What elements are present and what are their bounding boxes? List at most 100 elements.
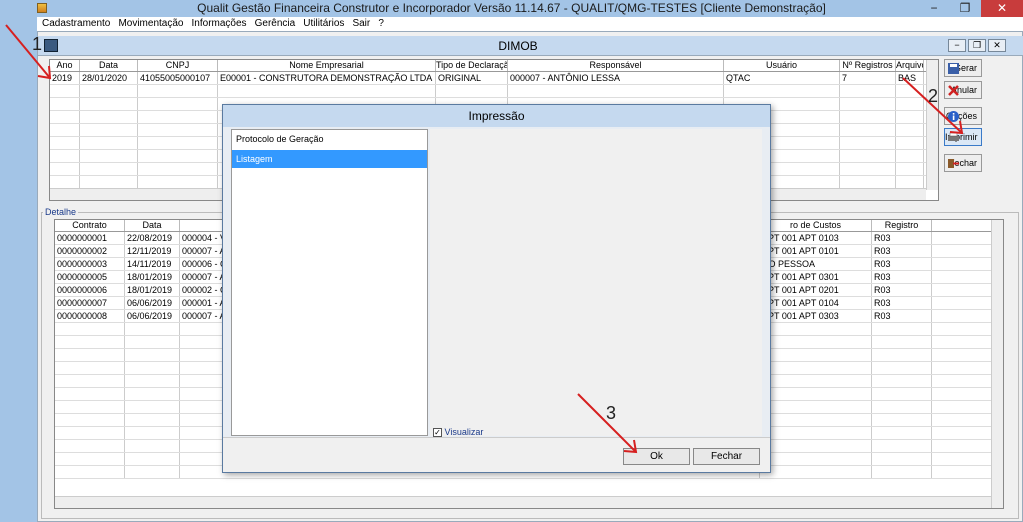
table-cell: 000007 - ANTÔNIO LESSA: [508, 72, 724, 84]
table-cell: [125, 323, 180, 335]
table-row[interactable]: 2019 28/01/2020 41055005000107 E00001 - CON…: [50, 72, 938, 85]
table-cell: 0000000001: [55, 232, 125, 244]
table-cell: [55, 375, 125, 387]
table-cell: [840, 98, 896, 110]
table-cell: APT 001 APT 0101: [760, 245, 872, 257]
anular-button[interactable]: Anular: [944, 81, 982, 99]
table-cell: [896, 124, 924, 136]
table-cell: [896, 98, 924, 110]
table-cell: [760, 388, 872, 400]
menu-gerencia[interactable]: Gerência: [255, 17, 296, 31]
table-cell: [436, 85, 508, 97]
table-cell: [872, 401, 932, 413]
child-restore-button[interactable]: ❐: [968, 39, 986, 52]
ok-button[interactable]: Ok: [623, 448, 690, 465]
table-cell: [125, 414, 180, 426]
report-preview-area: [430, 129, 762, 436]
table-cell: [55, 414, 125, 426]
visualizar-label: Visualizar: [444, 427, 484, 437]
dimob-title-bar: DIMOB − ❐ ✕: [38, 36, 1023, 56]
table-cell: [896, 150, 924, 162]
table-cell: [218, 85, 436, 97]
column-header[interactable]: Arquivo: [896, 60, 924, 71]
dimob-grid-vscroll[interactable]: [926, 60, 938, 190]
gerar-button[interactable]: Gerar: [944, 59, 982, 77]
table-cell: [80, 150, 138, 162]
column-header[interactable]: Registro: [872, 220, 932, 231]
table-cell: APT 001 APT 0103: [760, 232, 872, 244]
menu-sair[interactable]: Sair: [352, 17, 370, 31]
opcoes-button[interactable]: Opções: [944, 107, 982, 125]
menu-help[interactable]: ?: [378, 17, 384, 31]
table-cell: [840, 85, 896, 97]
table-cell: [896, 85, 924, 97]
list-item-listagem[interactable]: Listagem: [232, 150, 427, 168]
table-cell: [138, 150, 218, 162]
table-cell: [872, 440, 932, 452]
minimize-button[interactable]: −: [919, 0, 949, 17]
table-cell: [125, 375, 180, 387]
table-cell: [80, 85, 138, 97]
column-header[interactable]: Data: [125, 220, 180, 231]
menu-cadastramento[interactable]: Cadastramento: [42, 17, 110, 31]
info-icon: [948, 111, 959, 122]
table-cell: [50, 111, 80, 123]
column-header[interactable]: Nº Registros: [840, 60, 896, 71]
detail-grid-vscroll[interactable]: [991, 220, 1003, 508]
column-header[interactable]: Data: [80, 60, 138, 71]
table-cell: [50, 176, 80, 188]
column-header[interactable]: Responsável: [508, 60, 724, 71]
table-cell: [872, 375, 932, 387]
column-header[interactable]: Usuário: [724, 60, 840, 71]
menu-movimentacao[interactable]: Movimentação: [118, 17, 183, 31]
maximize-button[interactable]: ❐: [950, 0, 980, 17]
column-header[interactable]: Ano: [50, 60, 80, 71]
visualizar-checkbox[interactable]: ✓ Visualizar: [433, 427, 484, 438]
table-cell: [760, 427, 872, 439]
detail-grid-hscroll[interactable]: [55, 496, 991, 508]
column-header[interactable]: ro de Custos: [760, 220, 872, 231]
dimob-title: DIMOB: [498, 39, 538, 53]
column-header[interactable]: Nome Empresarial: [218, 60, 436, 71]
table-cell: [55, 466, 125, 478]
printer-icon: [948, 132, 959, 141]
imprimir-button[interactable]: Imprimir: [944, 128, 982, 146]
dialog-close-button[interactable]: Fechar: [693, 448, 760, 465]
close-button[interactable]: ✕: [981, 0, 1023, 17]
table-cell: APT 001 APT 0301: [760, 271, 872, 283]
checkbox-box[interactable]: ✓: [433, 428, 442, 438]
table-cell: APT 001 APT 0201: [760, 284, 872, 296]
table-cell: 0000000007: [55, 297, 125, 309]
table-cell: [80, 137, 138, 149]
menu-utilitarios[interactable]: Utilitários: [303, 17, 344, 31]
table-cell: 41055005000107: [138, 72, 218, 84]
table-cell: [138, 85, 218, 97]
table-cell: [760, 349, 872, 361]
table-cell: [760, 401, 872, 413]
dialog-footer: Ok Fechar: [223, 437, 770, 472]
list-item-protocolo[interactable]: Protocolo de Geração: [232, 130, 427, 148]
table-row[interactable]: [50, 85, 938, 98]
child-minimize-button[interactable]: −: [948, 39, 966, 52]
column-header[interactable]: Contrato: [55, 220, 125, 231]
app-title-bar: Qualit Gestão Financeira Construtor e In…: [0, 0, 1023, 17]
table-cell: 06/06/2019: [125, 297, 180, 309]
table-cell: [125, 466, 180, 478]
table-cell: [138, 124, 218, 136]
table-cell: [55, 362, 125, 374]
table-cell: [138, 98, 218, 110]
table-cell: [724, 85, 840, 97]
fechar-button[interactable]: Fechar: [944, 154, 982, 172]
table-cell: DO PESSOA: [760, 258, 872, 270]
annotation-label-2: 2: [928, 86, 939, 106]
table-cell: [125, 427, 180, 439]
report-list[interactable]: Protocolo de Geração Listagem: [231, 129, 428, 436]
column-header[interactable]: CNPJ: [138, 60, 218, 71]
table-cell: 7: [840, 72, 896, 84]
column-header[interactable]: Tipo de Declaração: [436, 60, 508, 71]
table-cell: [840, 111, 896, 123]
child-close-button[interactable]: ✕: [988, 39, 1006, 52]
table-cell: [138, 137, 218, 149]
table-cell: 2019: [50, 72, 80, 84]
menu-informacoes[interactable]: Informações: [192, 17, 247, 31]
